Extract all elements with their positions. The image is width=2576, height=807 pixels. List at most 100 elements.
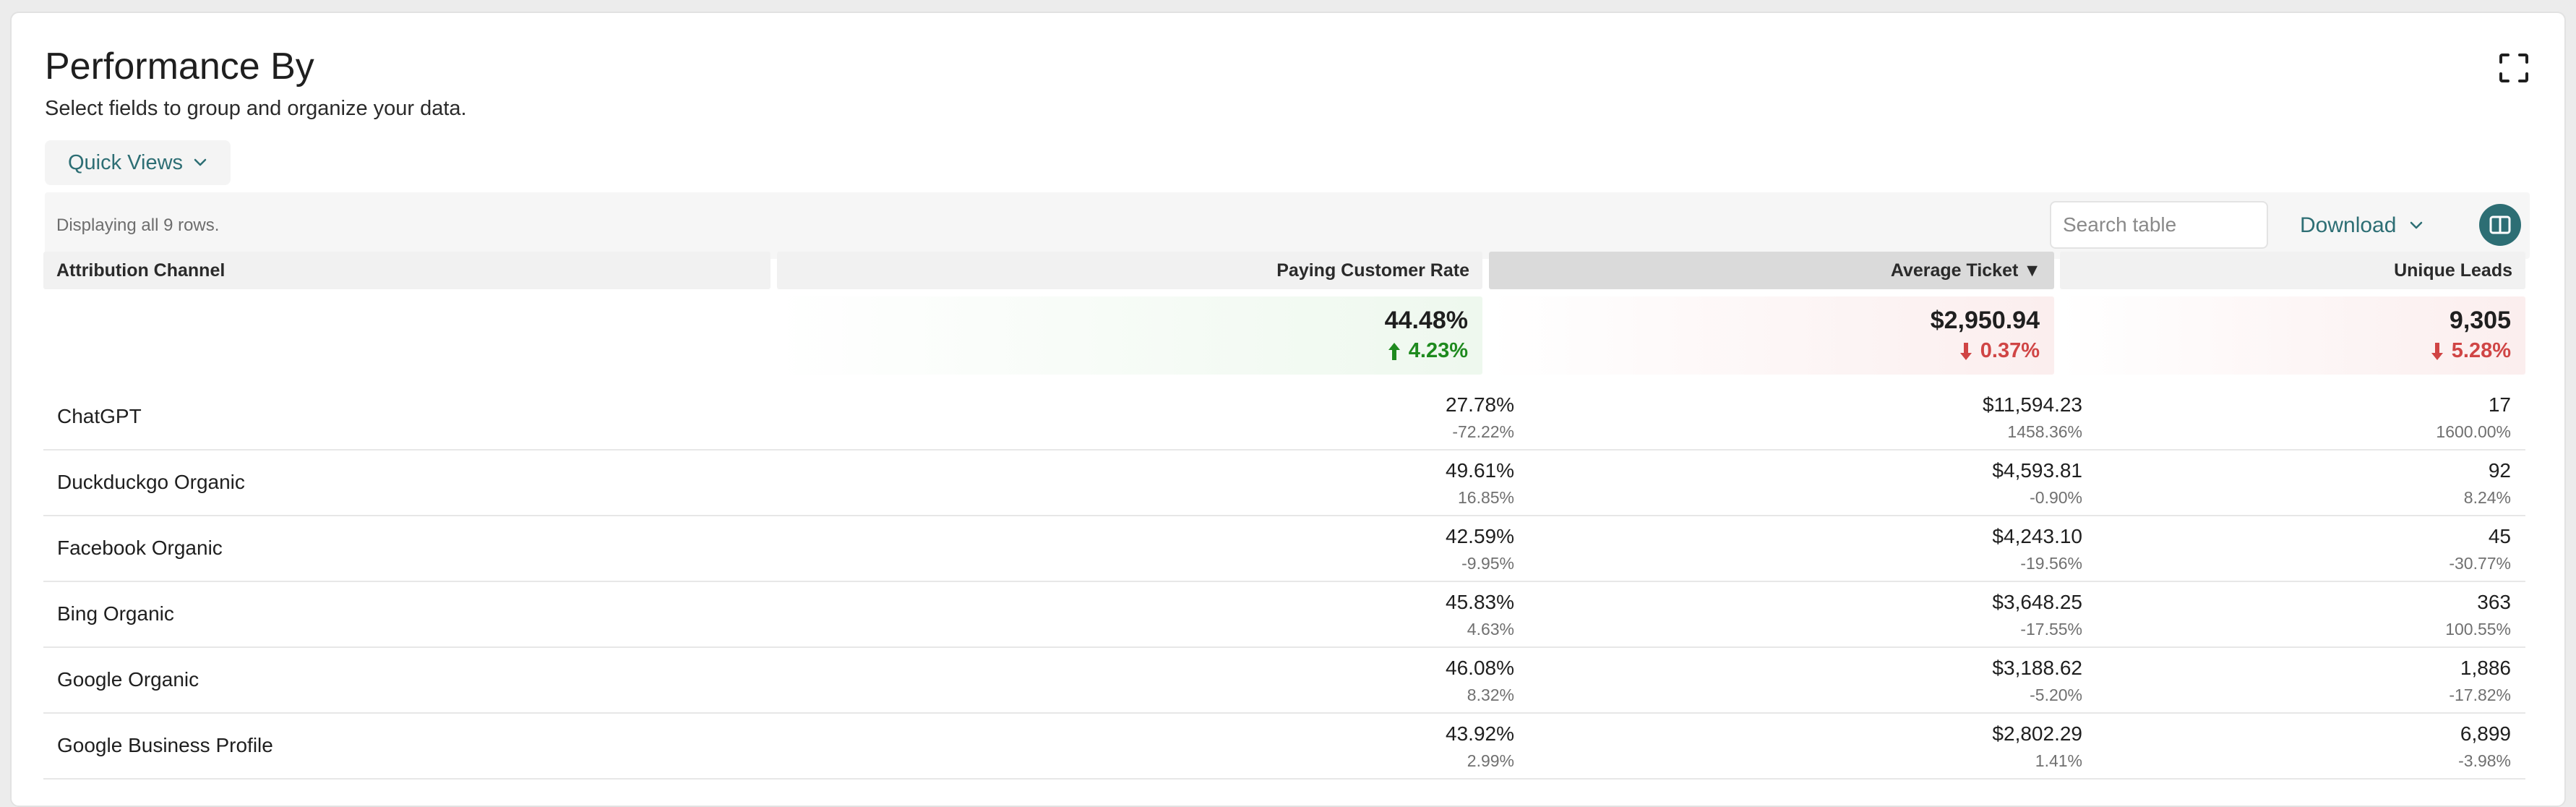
cell-change: 1.41% (2035, 751, 2082, 770)
avg-ticket-cell: $2,802.29 1.41% (1992, 722, 2082, 771)
table-row[interactable]: Google Organic 46.08% 8.32% $3,188.62 -5.2… (43, 648, 2525, 714)
cell-change: -5.20% (2030, 686, 2082, 704)
cell-change: -9.95% (1461, 554, 1514, 573)
cell-value: 42.59% (1446, 525, 1514, 547)
avg-ticket-cell: $11,594.23 1458.36% (1983, 393, 2082, 442)
columns-icon (2489, 215, 2511, 234)
row-count-text: Displaying all 9 rows. (56, 215, 220, 235)
cell-change: 1458.36% (2007, 422, 2082, 441)
total-paying-rate: 44.48% 4.23% (777, 296, 1482, 375)
cell-value: 46.08% (1446, 657, 1514, 679)
cell-change: -17.55% (2020, 620, 2082, 639)
cell-change: -19.56% (2020, 554, 2082, 573)
cell-value: 363 (2477, 591, 2511, 613)
cell-change: -30.77% (2449, 554, 2511, 573)
table-row[interactable]: Bing Organic 45.83% 4.63% $3,648.25 -17.55… (43, 582, 2525, 648)
search-input[interactable] (2050, 201, 2268, 249)
channel-name: ChatGPT (57, 405, 142, 427)
channel-name: Google Organic (57, 668, 199, 691)
paying-rate-cell: 45.83% 4.63% (1446, 591, 1514, 639)
total-change: 0.37% (1489, 339, 2040, 363)
cell-value: 92 (2488, 459, 2511, 482)
cell-change: 1600.00% (2436, 422, 2511, 441)
cell-change: -3.98% (2458, 751, 2511, 770)
arrow-down-icon (1959, 342, 1972, 360)
table-toolbar: Displaying all 9 rows. Download (45, 192, 2530, 259)
cell-value: $4,243.10 (1992, 525, 2082, 547)
column-header-channel[interactable]: Attribution Channel (43, 252, 770, 289)
cell-change: 8.32% (1467, 686, 1514, 704)
unique-leads-cell: 6,899 -3.98% (2458, 722, 2511, 771)
total-change-value: 0.37% (1980, 339, 2040, 362)
column-header-label: Attribution Channel (56, 260, 226, 281)
table-row[interactable]: Duckduckgo Organic 49.61% 16.85% $4,593.8… (43, 451, 2525, 516)
cell-change: 100.55% (2445, 620, 2511, 639)
cell-change: 2.99% (1467, 751, 1514, 770)
unique-leads-cell: 363 100.55% (2445, 591, 2511, 639)
chevron-down-icon (194, 158, 207, 166)
total-avg-ticket: $2,950.94 0.37% (1489, 296, 2054, 375)
cell-value: 6,899 (2460, 722, 2511, 745)
avg-ticket-cell: $4,593.81 -0.90% (1992, 459, 2082, 508)
column-header-label: Paying Customer Rate (1276, 260, 1469, 281)
cell-value: 43.92% (1446, 722, 1514, 745)
paying-rate-cell: 46.08% 8.32% (1446, 657, 1514, 705)
cell-change: 16.85% (1457, 488, 1514, 507)
cell-value: $11,594.23 (1982, 393, 2082, 416)
cell-change: 8.24% (2463, 488, 2511, 507)
column-header-unique-leads[interactable]: Unique Leads (2060, 252, 2525, 289)
cell-value: $2,802.29 (1992, 722, 2082, 745)
channel-name: Facebook Organic (57, 537, 223, 559)
avg-ticket-cell: $3,188.62 -5.20% (1992, 657, 2082, 705)
paying-rate-cell: 49.61% 16.85% (1446, 459, 1514, 508)
cell-value: 1,886 (2460, 657, 2511, 679)
column-header-paying-rate[interactable]: Paying Customer Rate (777, 252, 1482, 289)
cell-value: 27.78% (1446, 393, 1514, 416)
avg-ticket-cell: $3,648.25 -17.55% (1992, 591, 2082, 639)
channel-name: Duckduckgo Organic (57, 471, 245, 493)
quick-views-label: Quick Views (68, 150, 184, 174)
expand-icon (2499, 54, 2528, 82)
channel-name: Bing Organic (57, 602, 174, 625)
total-value: $2,950.94 (1930, 307, 2040, 334)
paying-rate-cell: 27.78% -72.22% (1446, 393, 1514, 442)
total-unique-leads: 9,305 5.28% (2060, 296, 2525, 375)
quick-views-button[interactable]: Quick Views (45, 140, 231, 185)
paying-rate-cell: 42.59% -9.95% (1446, 525, 1514, 573)
total-change-value: 5.28% (2451, 339, 2511, 362)
table-row[interactable]: ChatGPT 27.78% -72.22% $11,594.23 1458.36%… (43, 385, 2525, 451)
column-header-label: Average Ticket ▼ (1890, 260, 2041, 281)
expand-button[interactable] (2496, 51, 2531, 85)
download-label: Download (2300, 213, 2397, 237)
download-button[interactable]: Download (2300, 208, 2423, 243)
column-header-label: Unique Leads (2394, 260, 2512, 281)
unique-leads-cell: 1,886 -17.82% (2449, 657, 2511, 705)
cell-value: 45 (2488, 525, 2511, 547)
cell-change: 4.63% (1467, 620, 1514, 639)
unique-leads-cell: 92 8.24% (2464, 459, 2511, 508)
total-value: 44.48% (1384, 307, 1468, 334)
column-settings-button[interactable] (2479, 204, 2521, 246)
cell-change: -17.82% (2449, 686, 2511, 704)
total-change: 5.28% (2060, 339, 2511, 363)
page-subtitle: Select fields to group and organize your… (45, 97, 467, 120)
cell-value: $4,593.81 (1992, 459, 2082, 482)
cell-value: $3,188.62 (1992, 657, 2082, 679)
cell-change: -0.90% (2030, 488, 2082, 507)
total-change-value: 4.23% (1408, 339, 1468, 362)
cell-value: 17 (2488, 393, 2511, 416)
total-change: 4.23% (777, 339, 1468, 363)
channel-name: Google Business Profile (57, 734, 273, 756)
arrow-down-icon (2431, 342, 2443, 360)
table-row[interactable]: Google Business Profile 43.92% 2.99% $2,8… (43, 714, 2525, 780)
cell-value: 49.61% (1446, 459, 1514, 482)
avg-ticket-cell: $4,243.10 -19.56% (1992, 525, 2082, 573)
column-header-avg-ticket[interactable]: Average Ticket ▼ (1489, 252, 2054, 289)
unique-leads-cell: 45 -30.77% (2449, 525, 2511, 573)
paying-rate-cell: 43.92% 2.99% (1446, 722, 1514, 771)
cell-value: $3,648.25 (1992, 591, 2082, 613)
cell-value: 45.83% (1446, 591, 1514, 613)
cell-change: -72.22% (1452, 422, 1514, 441)
table-row[interactable]: Facebook Organic 42.59% -9.95% $4,243.10 -… (43, 516, 2525, 582)
page-title: Performance By (45, 46, 314, 87)
